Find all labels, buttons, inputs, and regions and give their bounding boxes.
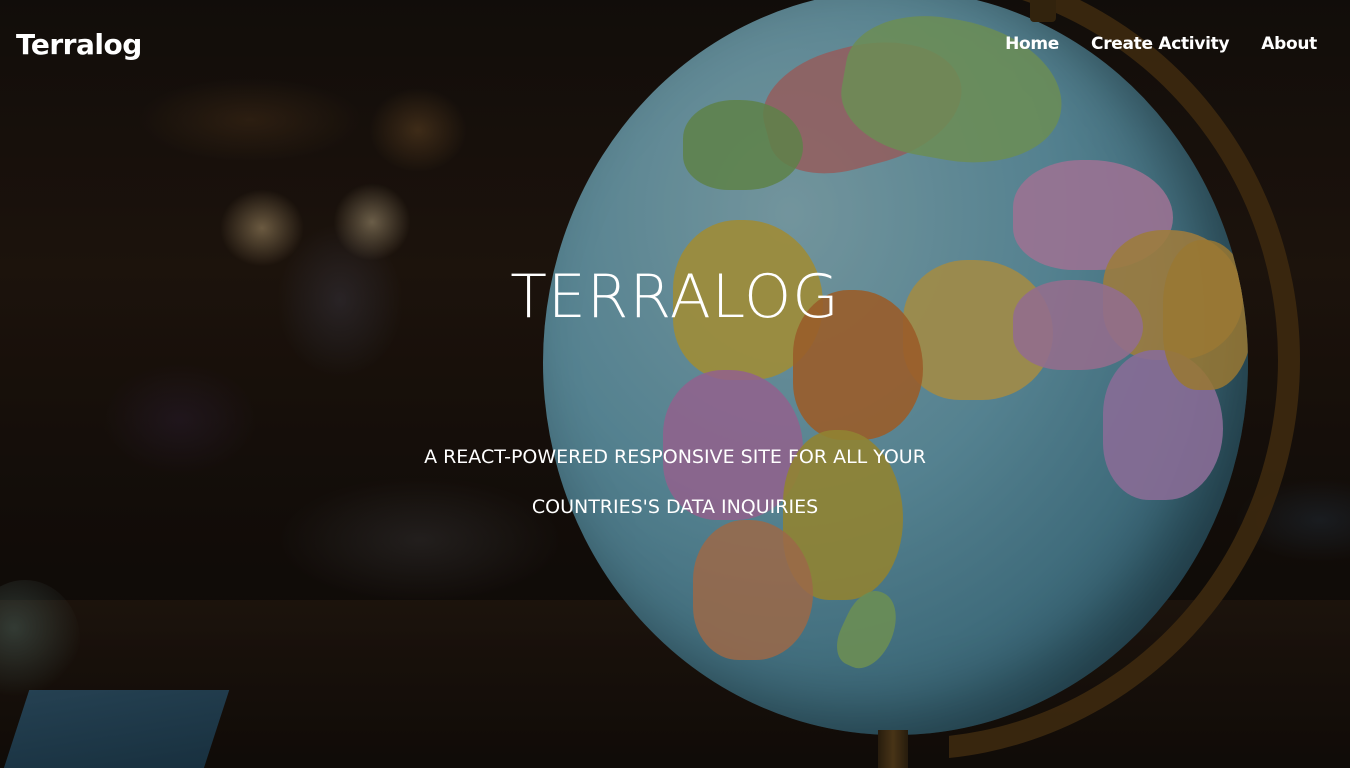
dark-overlay — [0, 0, 1350, 768]
hero-section: Terralog Home Create Activity About TERR… — [0, 0, 1350, 768]
nav-link-about[interactable]: About — [1261, 34, 1317, 54]
nav-link-create-activity[interactable]: Create Activity — [1091, 34, 1230, 54]
nav-links: Home Create Activity About — [1005, 34, 1317, 54]
hero-subtitle: A REACT-POWERED RESPONSIVE SITE FOR ALL … — [375, 432, 975, 532]
hero-subtitle-line-2: COUNTRIES'S DATA INQUIRIES — [531, 496, 819, 518]
brand-logo[interactable]: Terralog — [16, 28, 142, 61]
nav-link-home[interactable]: Home — [1005, 34, 1059, 54]
hero-subtitle-line-1: A REACT-POWERED RESPONSIVE SITE FOR ALL … — [424, 446, 926, 468]
hero-title: TERRALOG — [510, 262, 840, 332]
navbar: Terralog Home Create Activity About — [0, 0, 1350, 95]
